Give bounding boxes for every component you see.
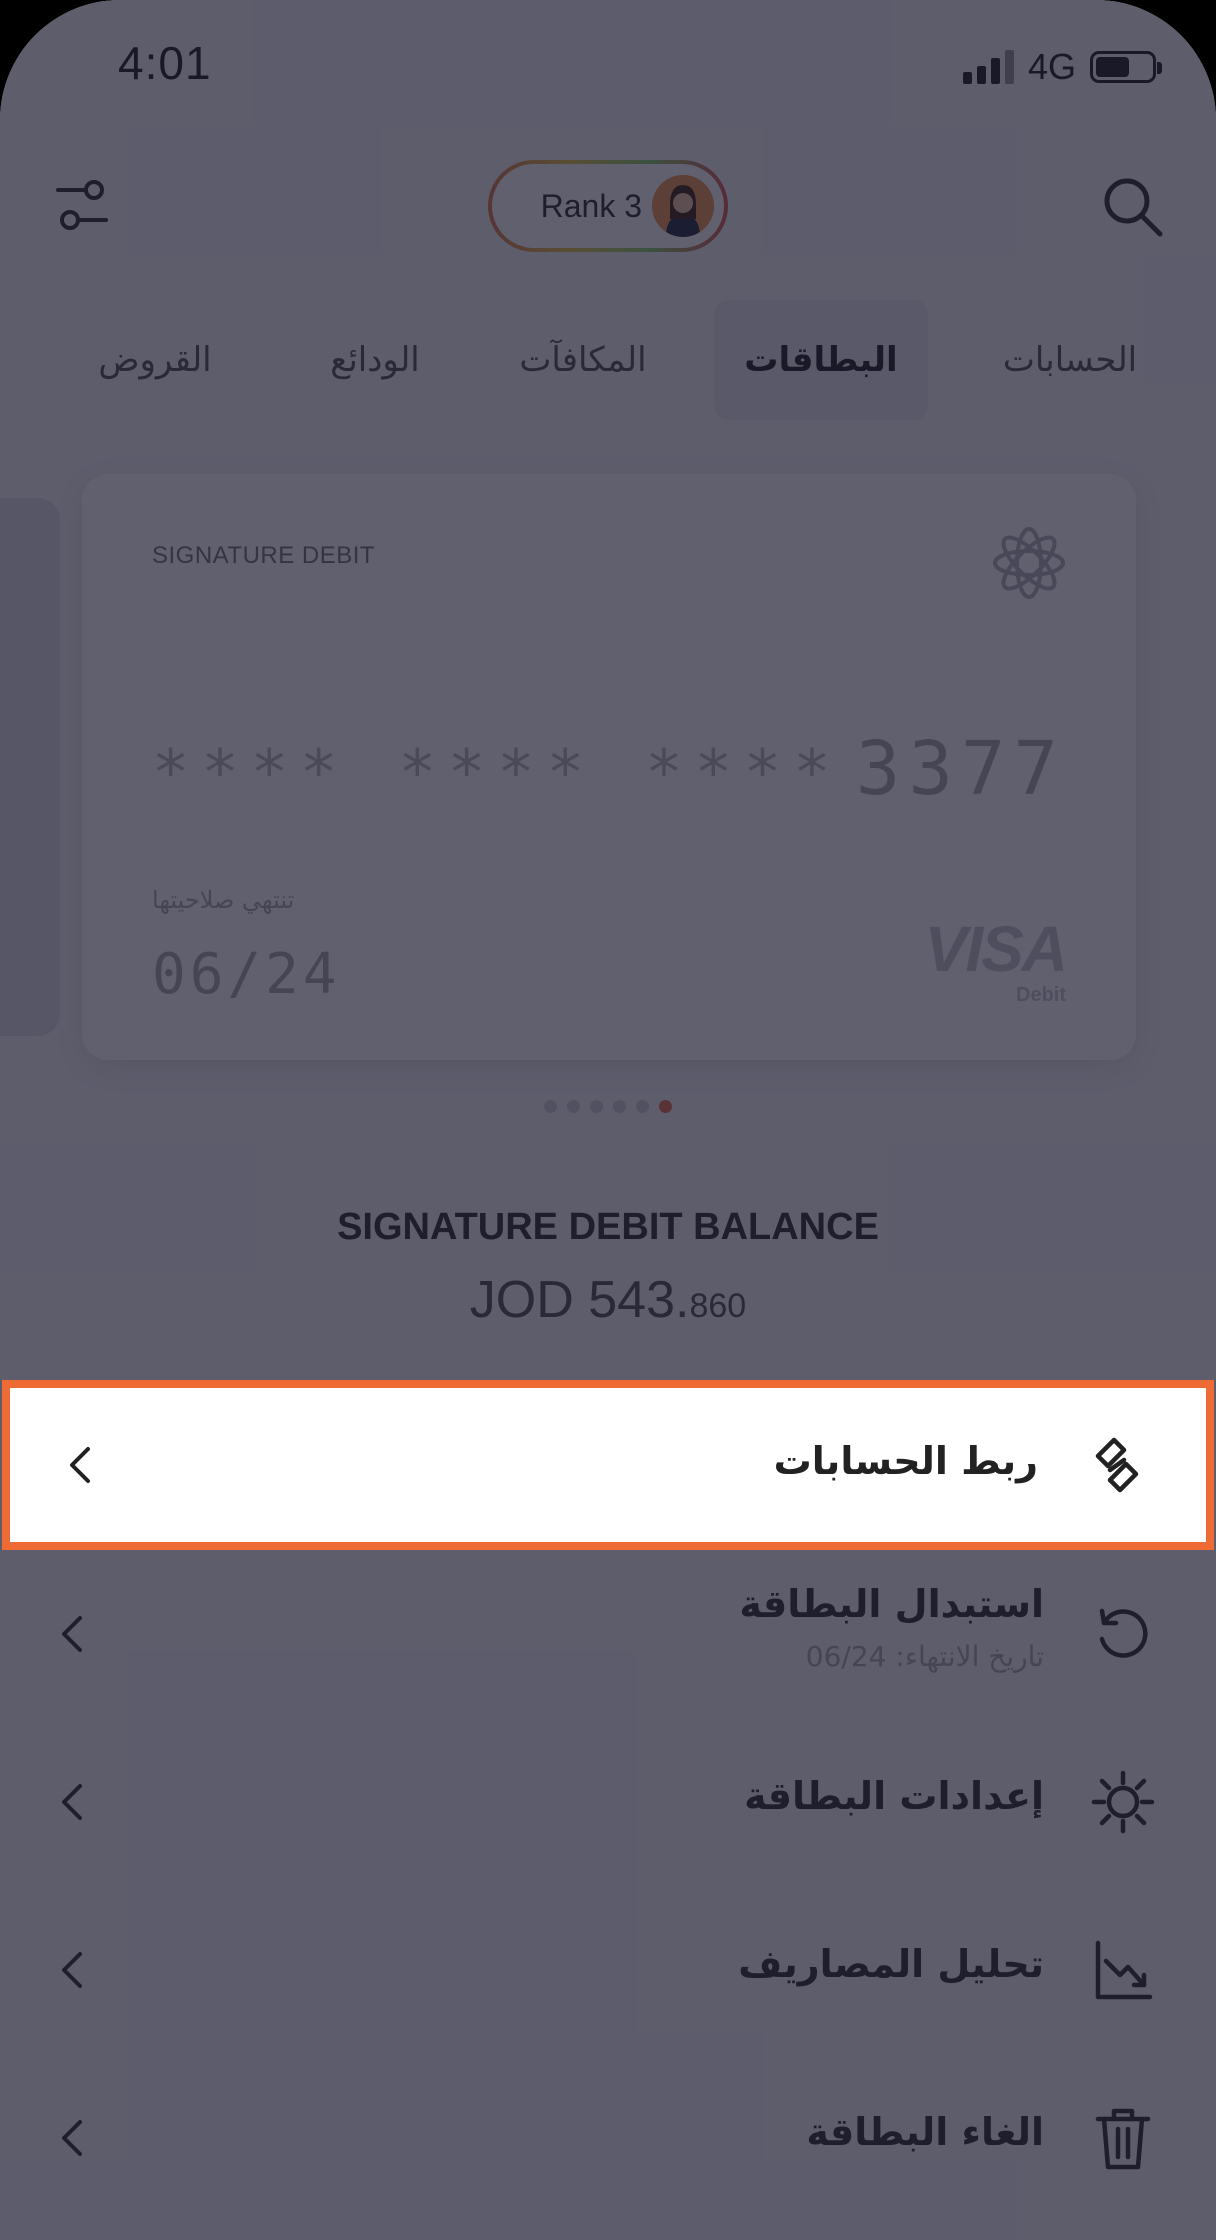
- rank-label: Rank 3: [540, 187, 642, 224]
- tab-cards[interactable]: البطاقات: [714, 300, 928, 420]
- trash-icon: [1095, 2108, 1151, 2170]
- chevron-left-icon: [62, 1952, 82, 1988]
- card-masked-digits: **** **** ****: [152, 736, 843, 809]
- chevron-left-icon: [62, 1616, 82, 1652]
- tab-deposits[interactable]: الودائع: [290, 300, 460, 420]
- card-last-four: 3377: [855, 726, 1066, 812]
- pager-dot[interactable]: [590, 1100, 603, 1113]
- battery-icon: [1090, 51, 1162, 83]
- expiry-date: 06/24: [152, 942, 341, 1007]
- link-accounts-label: ربط الحسابات: [773, 1439, 1038, 1483]
- status-indicators: 4G: [962, 46, 1162, 88]
- previous-card-peek[interactable]: [0, 498, 60, 1036]
- filter-icon[interactable]: [54, 178, 110, 234]
- menu-item-sublabel: تاريخ الانتهاء: 06/24: [805, 1640, 1044, 1673]
- pager-dot[interactable]: [636, 1100, 649, 1113]
- expiry-label: تنتهي صلاحيتها: [152, 886, 295, 914]
- menu-item-replace-card[interactable]: استبدال البطاقة تاريخ الانتهاء: 06/24: [0, 1550, 1216, 1718]
- menu-item-spending-analysis[interactable]: تحليل المصاريف: [0, 1886, 1216, 2054]
- refresh-icon: [1099, 1608, 1148, 1658]
- menu-item-label: تحليل المصاريف: [738, 1942, 1044, 1986]
- menu-item-label: استبدال البطاقة: [739, 1582, 1044, 1626]
- chevron-left-icon: [62, 1784, 82, 1820]
- chart-icon: [1095, 1940, 1153, 2000]
- tab-loans[interactable]: القروض: [60, 300, 250, 420]
- chevron-left-icon: [62, 2120, 82, 2156]
- pager-dot[interactable]: [567, 1100, 580, 1113]
- carousel-pager[interactable]: [0, 1100, 1216, 1113]
- phone-screen: 4:01 4G Rank 3 الحسابات البطاقات المكافآ…: [0, 0, 1216, 2240]
- balance-decimals: 860: [689, 1287, 747, 1325]
- rank-badge[interactable]: Rank 3: [488, 160, 728, 252]
- signal-icon: [962, 50, 1014, 84]
- menu-item-cancel-card[interactable]: الغاء البطاقة: [0, 2054, 1216, 2222]
- card-type: SIGNATURE DEBIT: [152, 542, 376, 569]
- balance-title: SIGNATURE DEBIT BALANCE: [337, 1206, 879, 1248]
- visa-logo: VISA: [924, 913, 1068, 985]
- pager-dot[interactable]: [544, 1100, 557, 1113]
- pager-dot[interactable]: [613, 1100, 626, 1113]
- highlighted-link-accounts-item[interactable]: ربط الحسابات: [2, 1380, 1214, 1550]
- link-icon: [1095, 1437, 1139, 1493]
- search-icon[interactable]: [1100, 174, 1166, 240]
- balance-main: JOD 543.: [469, 1271, 690, 1329]
- visa-debit-label: Debit: [1016, 984, 1066, 1006]
- network-label: 4G: [1027, 46, 1076, 87]
- gear-icon: [1091, 1770, 1155, 1834]
- debit-card[interactable]: SIGNATURE DEBIT **** **** **** 3377 تنته…: [82, 474, 1136, 1060]
- balance-amount: JOD 543.860: [0, 1270, 1216, 1330]
- status-time: 4:01: [118, 37, 212, 89]
- tab-rewards[interactable]: المكافآت: [488, 300, 678, 420]
- menu-item-label: إعدادات البطاقة: [744, 1774, 1044, 1818]
- tab-accounts[interactable]: الحسابات: [964, 300, 1176, 420]
- menu-item-label: الغاء البطاقة: [806, 2110, 1044, 2154]
- bank-logo-icon: [993, 527, 1065, 599]
- menu-item-card-settings[interactable]: إعدادات البطاقة: [0, 1718, 1216, 1886]
- category-tabs: الحسابات البطاقات المكافآت الودائع القرو…: [0, 300, 1216, 420]
- pager-dot[interactable]: [659, 1100, 672, 1113]
- chevron-left-icon: [70, 1447, 90, 1483]
- avatar: [652, 175, 714, 237]
